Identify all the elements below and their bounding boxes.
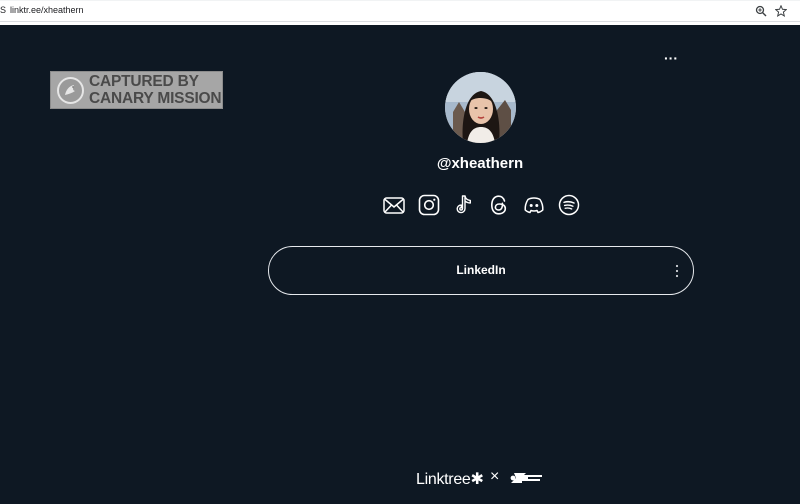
linktree-logo[interactable]: Linktree✱	[416, 469, 484, 489]
collab-separator: ×	[490, 468, 500, 485]
tiktok-icon[interactable]	[452, 193, 476, 217]
bookmark-star-icon[interactable]	[775, 5, 787, 17]
url-text[interactable]: linktr.ee/xheathern	[10, 5, 84, 15]
browser-toolbar: S linktr.ee/xheathern	[0, 0, 800, 22]
link-options-icon[interactable]	[671, 262, 683, 280]
partner-logo-icon	[508, 470, 544, 486]
address-bar[interactable]: S linktr.ee/xheathern	[0, 1, 800, 21]
social-icons-row	[380, 193, 582, 219]
watermark-stamp: CAPTURED BY CANARY MISSION	[50, 71, 223, 109]
email-icon[interactable]	[382, 193, 406, 217]
footer-branding: Linktree✱ ×	[414, 468, 546, 488]
link-label: LinkedIn	[456, 263, 506, 277]
instagram-icon[interactable]	[417, 193, 441, 217]
tab-edge-text: S	[0, 5, 7, 15]
zoom-icon[interactable]	[755, 5, 767, 17]
watermark-line-2: CANARY MISSION	[89, 89, 222, 107]
profile-avatar	[445, 72, 516, 143]
discord-icon[interactable]	[522, 193, 546, 217]
canary-logo-icon	[57, 77, 84, 104]
more-options-button[interactable]: ···	[660, 50, 682, 70]
link-button-linkedin[interactable]: LinkedIn	[268, 246, 694, 295]
threads-icon[interactable]	[487, 193, 511, 217]
profile-username: @xheathern	[436, 155, 524, 172]
watermark-line-1: CAPTURED BY	[89, 73, 199, 90]
watermark-text: CAPTURED BY CANARY MISSION	[89, 73, 223, 107]
spotify-icon[interactable]	[557, 193, 581, 217]
